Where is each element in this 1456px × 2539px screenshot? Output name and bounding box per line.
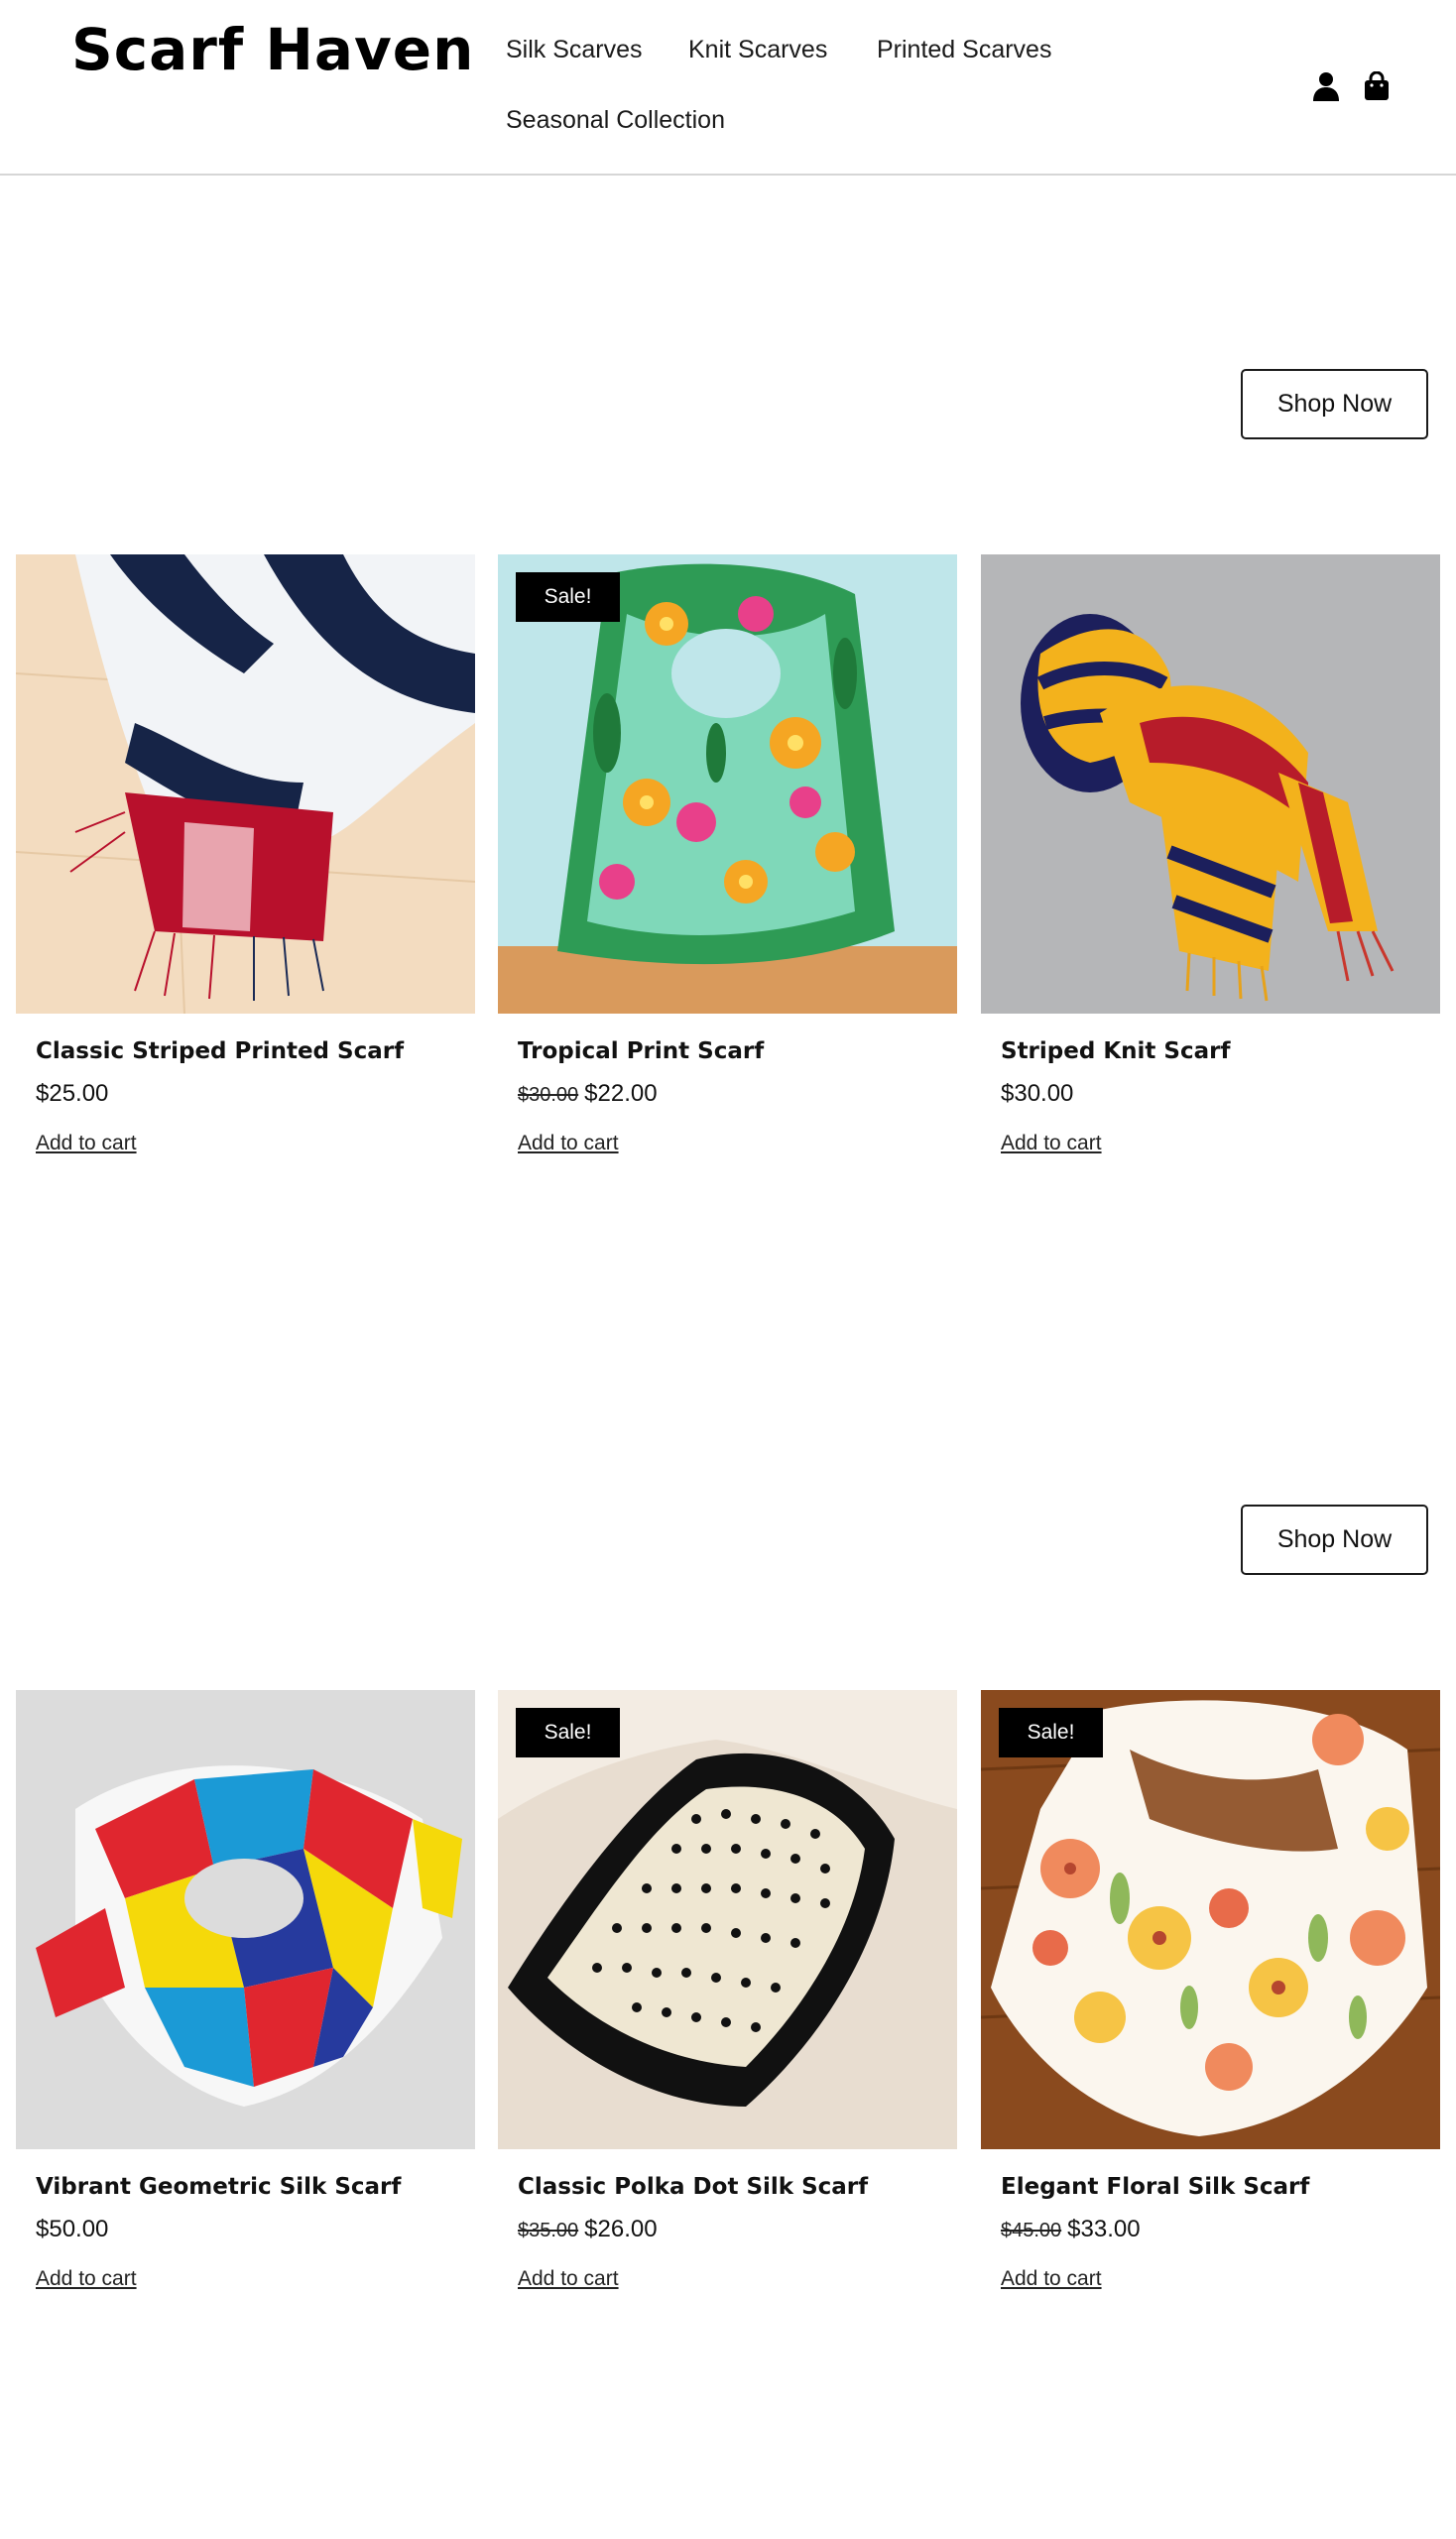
product-title[interactable]: Vibrant Geometric Silk Scarf (36, 2174, 401, 2200)
sale-badge: Sale! (999, 1708, 1103, 1757)
product-price: $50.00 (36, 2216, 108, 2243)
add-to-cart-link[interactable]: Add to cart (518, 1132, 619, 1155)
product-title[interactable]: Classic Polka Dot Silk Scarf (518, 2174, 868, 2200)
add-to-cart-link[interactable]: Add to cart (1001, 2267, 1102, 2291)
product-image[interactable] (16, 554, 475, 1014)
product-image[interactable]: Sale! (498, 1690, 957, 2149)
original-price: $35.00 (518, 2220, 579, 2241)
product-grid: Vibrant Geometric Silk Scarf $50.00 Add … (16, 1690, 1441, 2325)
add-to-cart-link[interactable]: Add to cart (36, 1132, 137, 1155)
add-to-cart-link[interactable]: Add to cart (518, 2267, 619, 2291)
original-price: $45.00 (1001, 2220, 1062, 2241)
nav-seasonal-collection[interactable]: Seasonal Collection (506, 106, 725, 135)
product-price: $25.00 (36, 1080, 108, 1108)
product-price: $35.00 $26.00 (518, 2216, 658, 2243)
product-card: Striped Knit Scarf $30.00 Add to cart (981, 554, 1440, 1154)
product-price: $30.00 $22.00 (518, 1080, 658, 1108)
shop-now-button[interactable]: Shop Now (1241, 1505, 1428, 1575)
product-image[interactable]: Sale! (498, 554, 957, 1014)
site-header: Scarf Haven Silk Scarves Knit Scarves Pr… (0, 0, 1456, 176)
original-price: $30.00 (518, 1084, 579, 1106)
sale-badge: Sale! (516, 1708, 620, 1757)
sale-price: $26.00 (584, 2216, 658, 2242)
sale-price: $33.00 (1067, 2216, 1141, 2242)
product-image[interactable] (16, 1690, 475, 2149)
add-to-cart-link[interactable]: Add to cart (1001, 1132, 1102, 1155)
sale-price: $22.00 (584, 1080, 658, 1107)
product-title[interactable]: Tropical Print Scarf (518, 1038, 764, 1064)
nav-knit-scarves[interactable]: Knit Scarves (688, 36, 827, 64)
product-grid: Classic Striped Printed Scarf $25.00 Add… (16, 554, 1441, 1189)
shop-now-button[interactable]: Shop Now (1241, 369, 1428, 439)
product-title[interactable]: Classic Striped Printed Scarf (36, 1038, 404, 1064)
product-card: Sale! Elegant Floral Silk Scarf $45.00 $3… (981, 1690, 1440, 2290)
product-card: Sale! Classic Polka Dot Silk Scarf $35.0… (498, 1690, 957, 2290)
product-title[interactable]: Elegant Floral Silk Scarf (1001, 2174, 1309, 2200)
nav-printed-scarves[interactable]: Printed Scarves (877, 36, 1051, 64)
product-price: $45.00 $33.00 (1001, 2216, 1141, 2243)
product-title[interactable]: Striped Knit Scarf (1001, 1038, 1230, 1064)
nav-silk-scarves[interactable]: Silk Scarves (506, 36, 643, 64)
product-card: Classic Striped Printed Scarf $25.00 Add… (16, 554, 475, 1154)
current-price: $25.00 (36, 1080, 109, 1107)
product-image[interactable]: Sale! (981, 1690, 1440, 2149)
product-card: Vibrant Geometric Silk Scarf $50.00 Add … (16, 1690, 475, 2290)
current-price: $50.00 (36, 2216, 109, 2242)
current-price: $30.00 (1001, 1080, 1074, 1107)
add-to-cart-link[interactable]: Add to cart (36, 2267, 137, 2291)
sale-badge: Sale! (516, 572, 620, 622)
product-price: $30.00 (1001, 1080, 1073, 1108)
product-image[interactable] (981, 554, 1440, 1014)
user-icon[interactable] (1312, 71, 1340, 101)
shopping-bag-icon[interactable] (1363, 70, 1391, 101)
site-logo[interactable]: Scarf Haven (71, 16, 474, 83)
product-card: Sale! Tropical Print Scarf $30.00 $22.00 … (498, 554, 957, 1154)
